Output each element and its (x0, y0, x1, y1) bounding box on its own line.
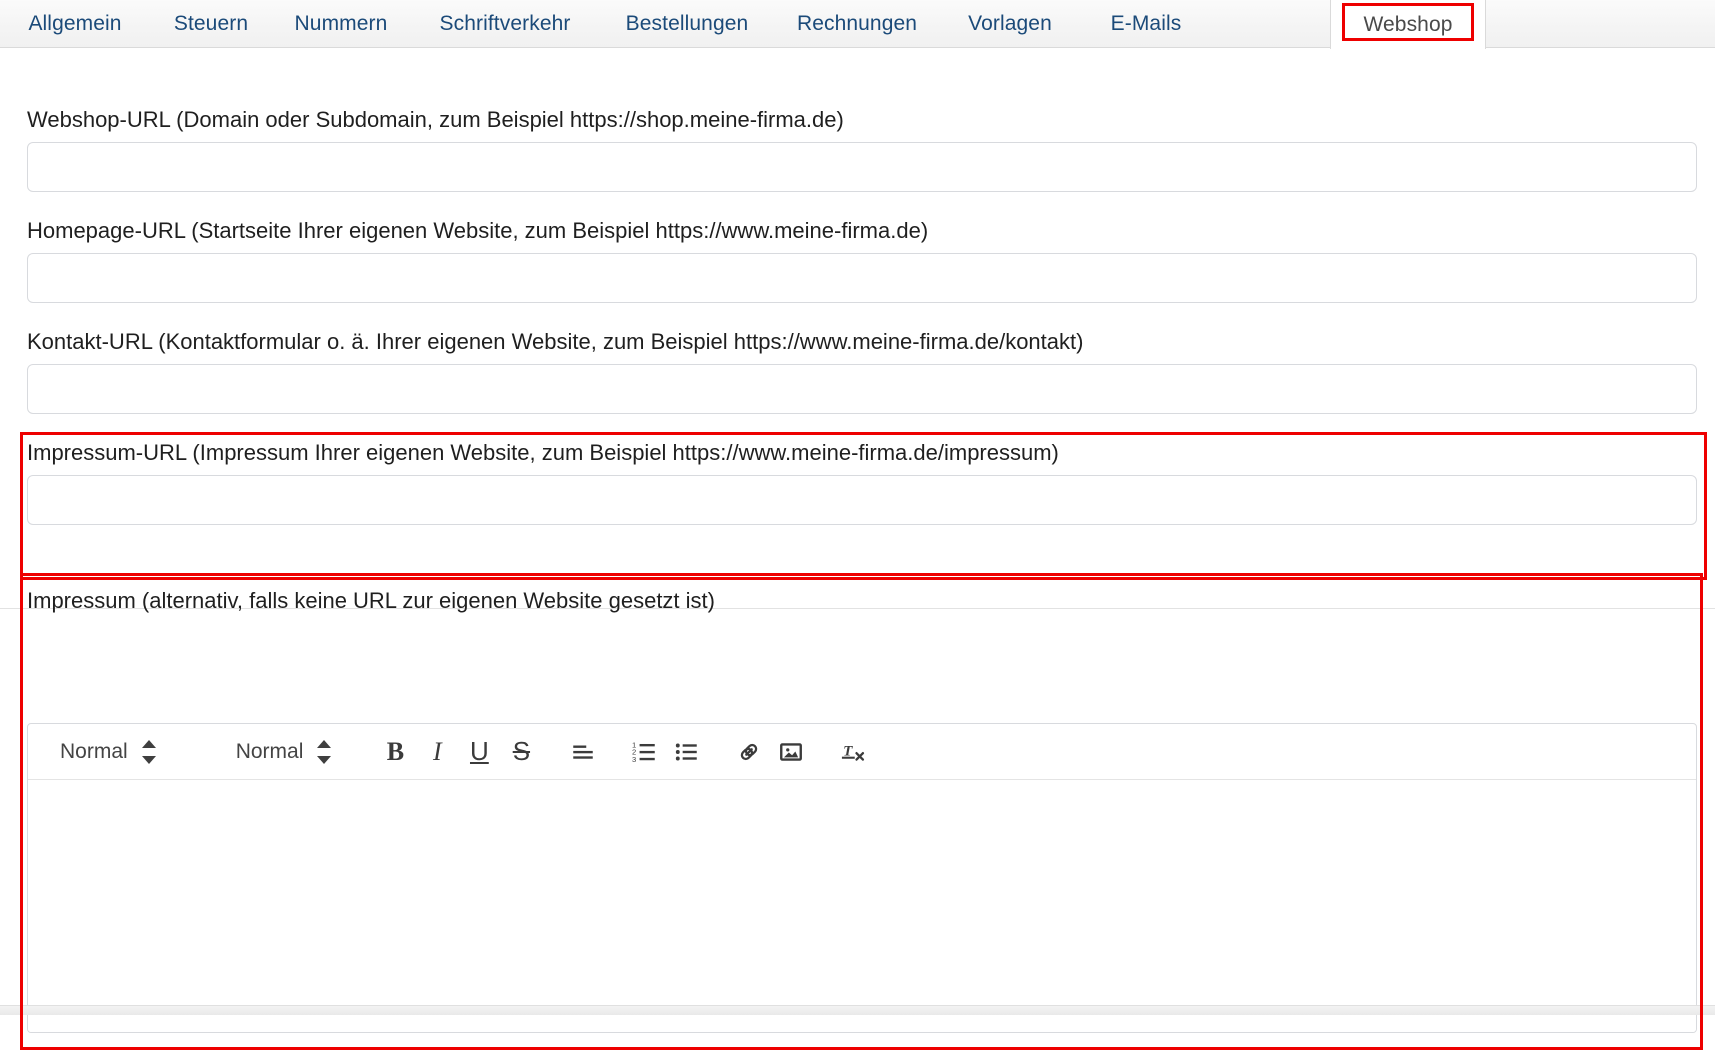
font-family-value: Normal (60, 739, 128, 763)
field-impressum-url: Impressum-URL (Impressum Ihrer eigenen W… (27, 439, 1697, 525)
strikethrough-button[interactable]: S (501, 732, 541, 772)
bullet-list-button[interactable] (667, 732, 707, 772)
tab-allgemein[interactable]: Allgemein (0, 0, 150, 48)
tab-label: Bestellungen (625, 12, 749, 35)
tab-label: Webshop (1363, 12, 1453, 36)
svg-text:3: 3 (632, 754, 636, 763)
tab-label: Allgemein (28, 12, 122, 35)
strikethrough-icon: S (512, 736, 531, 766)
tab-label: Schriftverkehr (439, 12, 571, 35)
field-label-homepage-url: Homepage-URL (Startseite Ihrer eigenen W… (27, 218, 929, 243)
bold-icon: B (386, 736, 405, 766)
italic-icon: I (433, 736, 442, 766)
kontakt-url-input[interactable] (27, 364, 1697, 414)
tab-emails[interactable]: E-Mails (1080, 0, 1212, 48)
chevron-updown-icon (317, 739, 332, 764)
tab-vorlagen[interactable]: Vorlagen (940, 0, 1080, 48)
tab-label: Steuern (173, 12, 249, 35)
field-label-webshop-url: Webshop-URL (Domain oder Subdomain, zum … (27, 107, 844, 132)
font-size-select[interactable]: Normal (222, 732, 368, 772)
link-icon (741, 743, 758, 760)
font-size-value: Normal (235, 739, 304, 763)
tab-steuern[interactable]: Steuern (150, 0, 272, 48)
chevron-updown-icon (141, 739, 156, 764)
field-impressum-text: Impressum (alternativ, falls keine URL z… (27, 587, 1697, 615)
italic-button[interactable]: I (417, 732, 457, 772)
window-bottom-strip (0, 1005, 1715, 1015)
impressum-text-area[interactable] (28, 780, 1696, 1032)
editor-toolbar: Normal Normal B I U S 1 2 3 T (28, 724, 1696, 780)
tab-schriftverkehr[interactable]: Schriftverkehr (410, 0, 600, 48)
impressum-rich-text-editor: Normal Normal B I U S 1 2 3 T (27, 723, 1697, 1033)
tab-nummern[interactable]: Nummern (272, 0, 410, 48)
field-homepage-url: Homepage-URL (Startseite Ihrer eigenen W… (27, 217, 1697, 303)
link-button[interactable] (729, 732, 769, 772)
ordered-list-button[interactable]: 1 2 3 (625, 732, 665, 772)
underline-icon: U (469, 736, 489, 766)
tab-label: Vorlagen (968, 12, 1052, 35)
bold-button[interactable]: B (375, 732, 415, 772)
field-kontakt-url: Kontakt-URL (Kontaktformular o. ä. Ihrer… (27, 328, 1697, 414)
clear-formatting-icon: T (842, 742, 865, 761)
tab-webshop[interactable]: Webshop (1330, 0, 1486, 49)
webshop-settings-panel: Webshop-URL (Domain oder Subdomain, zum … (0, 49, 1715, 1050)
align-left-icon (573, 745, 594, 759)
font-family-select[interactable]: Normal (46, 732, 192, 772)
field-webshop-url: Webshop-URL (Domain oder Subdomain, zum … (27, 106, 1697, 192)
field-label-impressum-text: Impressum (alternativ, falls keine URL z… (27, 588, 715, 613)
tab-label: E-Mails (1110, 12, 1182, 35)
field-label-kontakt-url: Kontakt-URL (Kontaktformular o. ä. Ihrer… (27, 329, 1084, 354)
tab-label: Nummern (294, 12, 388, 35)
image-icon (780, 742, 803, 761)
tab-rechnungen[interactable]: Rechnungen (774, 0, 940, 48)
tab-bestellungen[interactable]: Bestellungen (600, 0, 774, 48)
settings-tab-bar: Allgemein Steuern Nummern Schriftverkehr… (0, 0, 1715, 49)
underline-button[interactable]: U (459, 732, 499, 772)
impressum-url-input[interactable] (27, 475, 1697, 525)
clear-format-button[interactable]: T (833, 732, 873, 772)
ordered-list-icon: 1 2 3 (632, 740, 656, 763)
image-button[interactable] (771, 732, 811, 772)
webshop-url-input[interactable] (27, 142, 1697, 192)
tab-label: Rechnungen (796, 12, 918, 35)
field-label-impressum-url: Impressum-URL (Impressum Ihrer eigenen W… (27, 440, 1059, 465)
homepage-url-input[interactable] (27, 253, 1697, 303)
align-button[interactable] (563, 732, 603, 772)
bullet-list-icon (676, 743, 698, 760)
